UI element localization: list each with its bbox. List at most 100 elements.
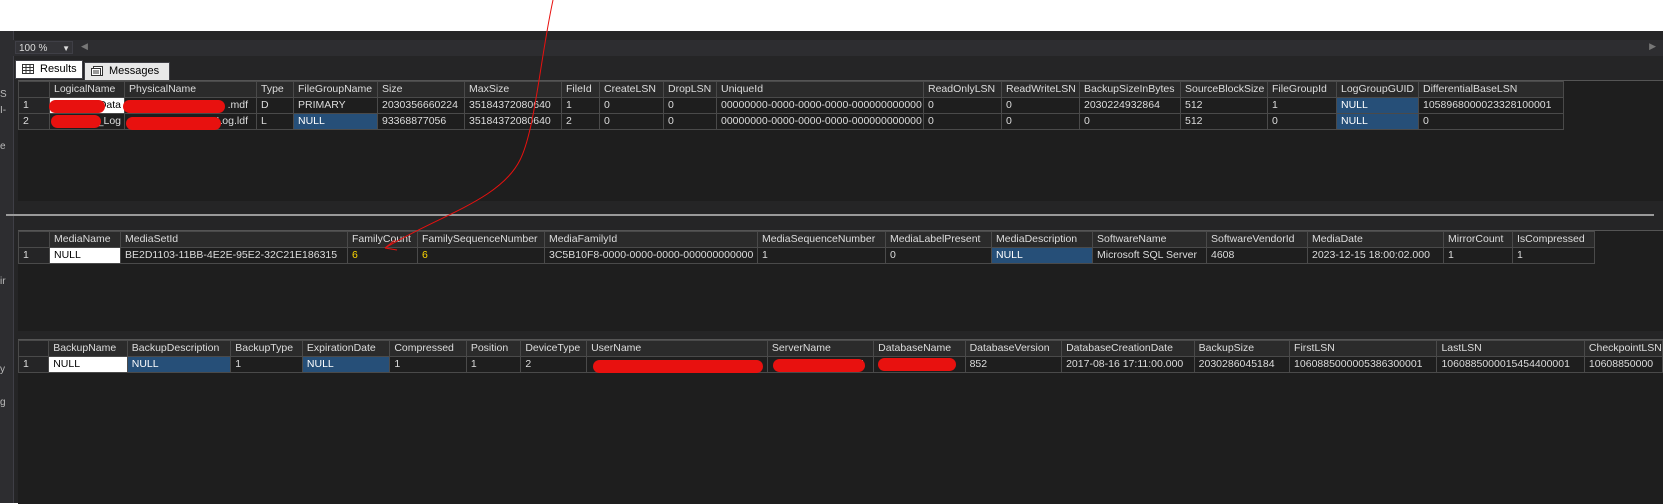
table-cell[interactable]: 2 xyxy=(561,113,600,130)
column-header[interactable]: SourceBlockSize xyxy=(1180,81,1268,98)
table-cell[interactable]: NULL xyxy=(49,247,121,264)
table-cell[interactable]: 0 xyxy=(599,113,664,130)
table-cell[interactable]: 0 xyxy=(1267,113,1337,130)
column-header[interactable]: BackupName xyxy=(48,340,128,357)
table-cell[interactable]: 6 xyxy=(347,247,418,264)
scroll-left-icon[interactable]: ◀ xyxy=(81,41,88,52)
column-header[interactable]: FirstLSN xyxy=(1289,340,1438,357)
column-header[interactable]: UserName xyxy=(586,340,768,357)
column-header[interactable]: LogGroupGUID xyxy=(1336,81,1419,98)
table-cell[interactable]: 1 xyxy=(1443,247,1513,264)
table-cell[interactable]: 1 xyxy=(757,247,886,264)
row-number[interactable]: 1 xyxy=(17,356,50,373)
horizontal-scrollbar[interactable]: ◀ ▶ xyxy=(81,41,1656,52)
table-cell[interactable]: NULL xyxy=(48,356,128,373)
table-cell[interactable]: NULL xyxy=(991,247,1093,264)
column-header[interactable]: LastLSN xyxy=(1436,340,1585,357)
table-cell[interactable]: 1060885000005386300001 xyxy=(1289,356,1438,373)
table-cell[interactable]: NULL xyxy=(1336,113,1419,130)
table-cell[interactable]: 35184372080640 xyxy=(464,113,562,130)
table-cell[interactable]: NULL xyxy=(1336,97,1419,114)
table-cell[interactable]: 2 xyxy=(520,356,588,373)
table-cell[interactable]: 1060885000015454400001 xyxy=(1436,356,1585,373)
table-cell[interactable]: 0 xyxy=(885,247,992,264)
table-cell[interactable]: NULL xyxy=(293,113,378,130)
table-cell[interactable]: 512 xyxy=(1180,113,1268,130)
table-cell[interactable]: 0 xyxy=(1079,113,1181,130)
table-cell[interactable]: 1 xyxy=(1512,247,1595,264)
column-header[interactable]: FamilyCount xyxy=(347,231,418,248)
table-cell[interactable]: 4608 xyxy=(1206,247,1308,264)
column-header[interactable]: DeviceType xyxy=(520,340,588,357)
column-header[interactable]: MediaLabelPresent xyxy=(885,231,992,248)
column-header[interactable]: LogicalName xyxy=(49,81,125,98)
table-cell[interactable]: PRIMARY xyxy=(293,97,378,114)
column-header[interactable]: Position xyxy=(465,340,522,357)
table-cell[interactable]: 0 xyxy=(1001,97,1080,114)
table-cell[interactable]: 1 xyxy=(1267,97,1337,114)
table-cell[interactable]: 00000000-0000-0000-0000-000000000000 xyxy=(716,113,924,130)
column-header[interactable]: BackupType xyxy=(230,340,303,357)
column-header[interactable]: CreateLSN xyxy=(599,81,664,98)
table-cell[interactable]: 2030224932864 xyxy=(1079,97,1181,114)
table-cell[interactable]: 1058968000023328100001 xyxy=(1418,97,1564,114)
column-header[interactable]: ServerName xyxy=(766,340,875,357)
table-cell[interactable]: 0 xyxy=(923,97,1002,114)
column-header[interactable]: CheckpointLSN xyxy=(1583,340,1663,357)
zoom-dropdown[interactable]: 100 % ▼ xyxy=(15,41,73,54)
table-cell[interactable]: 512 xyxy=(1180,97,1268,114)
column-header[interactable]: Compressed xyxy=(389,340,467,357)
table-cell[interactable]: 0 xyxy=(923,113,1002,130)
column-header[interactable]: DropLSN xyxy=(663,81,717,98)
results-splitter[interactable] xyxy=(6,214,1654,216)
table-cell[interactable]: 0 xyxy=(599,97,664,114)
column-header[interactable]: Type xyxy=(256,81,294,98)
table-cell[interactable]: D xyxy=(256,97,294,114)
column-header[interactable]: BackupDescription xyxy=(126,340,232,357)
column-header[interactable]: MediaSetId xyxy=(120,231,348,248)
column-header[interactable]: DatabaseCreationDate xyxy=(1061,340,1195,357)
column-header[interactable]: MediaDate xyxy=(1307,231,1444,248)
table-cell[interactable]: 93368877056 xyxy=(377,113,465,130)
table-cell[interactable]: L xyxy=(256,113,294,130)
column-header[interactable]: ReadWriteLSN xyxy=(1001,81,1080,98)
table-cell[interactable]: BE2D1103-11BB-4E2E-95E2-32C21E186315 xyxy=(120,247,348,264)
column-header[interactable]: FileGroupId xyxy=(1267,81,1337,98)
table-cell[interactable]: 1 xyxy=(230,356,303,373)
column-header[interactable]: IsCompressed xyxy=(1512,231,1595,248)
column-header[interactable]: SoftwareVendorId xyxy=(1206,231,1308,248)
table-cell[interactable]: 00000000-0000-0000-0000-000000000000 xyxy=(716,97,924,114)
scroll-right-icon[interactable]: ▶ xyxy=(1649,41,1656,52)
table-cell[interactable]: 10608850000 xyxy=(1583,356,1663,373)
table-cell[interactable]: 2030286045184 xyxy=(1193,356,1291,373)
table-cell[interactable]: NULL xyxy=(126,356,232,373)
column-header[interactable]: BackupSize xyxy=(1193,340,1291,357)
table-cell[interactable]: 6 xyxy=(417,247,545,264)
row-number[interactable]: 1 xyxy=(18,97,50,114)
tab-results[interactable]: Results xyxy=(15,60,83,79)
column-header[interactable]: SoftwareName xyxy=(1092,231,1207,248)
column-header[interactable]: MediaName xyxy=(49,231,121,248)
table-cell[interactable]: 2030356660224 xyxy=(377,97,465,114)
column-header[interactable]: DifferentialBaseLSN xyxy=(1418,81,1564,98)
column-header[interactable]: FamilySequenceNumber xyxy=(417,231,545,248)
table-cell[interactable]: 852 xyxy=(964,356,1063,373)
column-header[interactable]: ExpirationDate xyxy=(301,340,391,357)
column-header[interactable]: FileId xyxy=(561,81,600,98)
column-header[interactable]: MaxSize xyxy=(464,81,562,98)
table-cell[interactable]: 2017-08-16 17:11:00.000 xyxy=(1061,356,1195,373)
table-cell[interactable]: 0 xyxy=(1001,113,1080,130)
column-header[interactable]: BackupSizeInBytes xyxy=(1079,81,1181,98)
tab-messages[interactable]: Messages xyxy=(84,62,170,81)
column-header[interactable]: MediaDescription xyxy=(991,231,1093,248)
column-header[interactable]: MediaFamilyId xyxy=(544,231,758,248)
column-header[interactable]: Size xyxy=(377,81,465,98)
table-cell[interactable]: 1 xyxy=(561,97,600,114)
column-header[interactable]: UniqueId xyxy=(716,81,924,98)
table-cell[interactable]: 35184372080640 xyxy=(464,97,562,114)
column-header[interactable]: DatabaseName xyxy=(873,340,966,357)
column-header[interactable]: PhysicalName xyxy=(124,81,257,98)
table-cell[interactable]: 0 xyxy=(1418,113,1564,130)
column-header[interactable]: MediaSequenceNumber xyxy=(757,231,886,248)
table-cell[interactable]: 0 xyxy=(663,97,717,114)
